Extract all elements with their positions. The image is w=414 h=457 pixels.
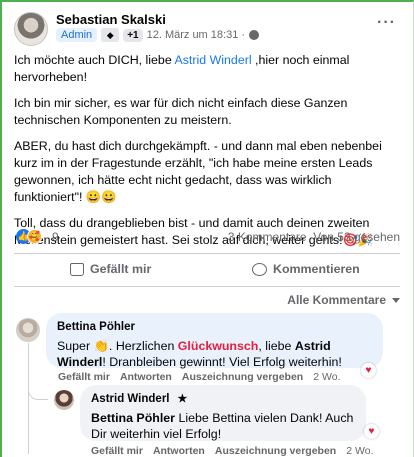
post-timestamp[interactable]: 12. März um 18:31 · — [147, 29, 245, 41]
divider — [14, 286, 400, 287]
divider — [14, 253, 400, 254]
heart-reaction-icon[interactable]: ♥ — [361, 363, 376, 378]
comment-time[interactable]: 2 Wo. — [346, 445, 373, 457]
like-button[interactable]: Gefällt mir — [70, 262, 151, 276]
post-paragraph-2: Ich bin mir sicher, es war für dich nich… — [14, 96, 348, 127]
comment-button[interactable]: Kommentieren — [252, 262, 360, 276]
like-icon — [70, 262, 84, 276]
comment-reply-link[interactable]: Antworten — [153, 445, 205, 457]
comments-count[interactable]: 3 Kommentare — [228, 230, 307, 244]
views-count[interactable]: Von 53 gesehen — [313, 230, 400, 244]
comment-like-link[interactable]: Gefällt mir — [58, 371, 110, 383]
community-badge-icon: ◆ — [101, 28, 120, 42]
post-paragraph-1: Ich möchte auch DICH, liebe Astrid Winde… — [14, 53, 350, 84]
reaction-count[interactable]: 9 — [52, 230, 59, 244]
author-avatar[interactable] — [14, 12, 48, 46]
comment-bubble: Astrid Winderl ★ Bettina Pöhler Liebe Bet… — [80, 385, 366, 441]
comment-like-link[interactable]: Gefällt mir — [91, 445, 143, 457]
author-name[interactable]: Sebastian Skalski — [56, 12, 166, 27]
plus-badge[interactable]: +1 — [123, 28, 143, 42]
comment-award-link[interactable]: Auszeichnung vergeben — [215, 445, 336, 457]
globe-icon — [249, 30, 260, 40]
comment-sort-dropdown[interactable]: Alle Kommentare — [287, 293, 400, 307]
comment-time[interactable]: 2 Wo. — [313, 371, 340, 383]
commenter-name[interactable]: Bettina Pöhler — [57, 319, 372, 335]
mention-link[interactable]: Bettina Pöhler — [91, 411, 175, 425]
reactions-row: 👍 🥰 9 3 Kommentare Von 53 gesehen — [16, 228, 400, 246]
heart-reaction-icon[interactable]: ♥ — [364, 424, 379, 439]
chevron-down-icon — [392, 297, 400, 303]
more-options-button[interactable]: ··· — [377, 14, 396, 32]
post-stats: 3 Kommentare Von 53 gesehen — [228, 230, 400, 244]
avatar[interactable] — [16, 318, 40, 342]
star-icon: ★ — [177, 393, 188, 405]
comment-reply-link[interactable]: Antworten — [120, 371, 172, 383]
avatar[interactable] — [54, 390, 74, 410]
comment-icon — [252, 262, 267, 276]
comment-award-link[interactable]: Auszeichnung vergeben — [182, 371, 303, 383]
care-emoji-icon[interactable]: 🥰 — [27, 229, 42, 244]
commenter-name: Astrid Winderl ★ — [91, 393, 188, 405]
thread-connector — [28, 380, 48, 400]
post-actions: Gefällt mir Kommentieren — [14, 258, 400, 284]
comment-actions: Gefällt mir Antworten Auszeichnung verge… — [91, 445, 373, 457]
comment-bubble: Bettina Pöhler Super 👏. Herzlichen Glück… — [46, 313, 383, 369]
mention-link[interactable]: Astrid Winderl — [174, 53, 251, 67]
comment-actions: Gefällt mir Antworten Auszeichnung verge… — [58, 371, 340, 383]
post-paragraph-3: ABER, du hast dich durchgekämpft. - und … — [14, 139, 382, 204]
admin-badge: Admin — [56, 28, 98, 42]
post-meta: Admin ◆ +1 12. März um 18:31 · — [56, 28, 260, 42]
thread-line — [28, 343, 29, 454]
post-header: Sebastian Skalski Admin ◆ +1 12. März um… — [14, 12, 400, 46]
